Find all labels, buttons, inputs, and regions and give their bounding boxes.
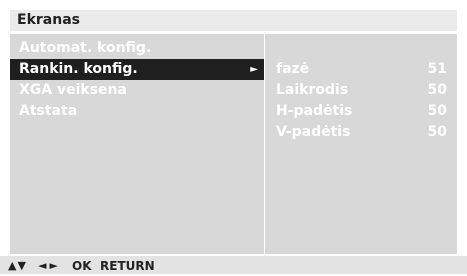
- setting-phase[interactable]: fazė 51: [265, 59, 457, 80]
- menu-item-label: Automat. konfig.: [19, 40, 152, 56]
- setting-label: Laikrodis: [276, 82, 349, 98]
- setting-value: 50: [427, 124, 447, 140]
- menu-item-automatic-config[interactable]: Automat. konfig.: [10, 38, 264, 59]
- menu-item-label: Atstata: [19, 103, 78, 119]
- navigation-hint-bar: ▲▼ ◄► OK RETURN: [0, 256, 467, 274]
- setting-value: 50: [427, 82, 447, 98]
- setting-clock[interactable]: Laikrodis 50: [265, 80, 457, 101]
- submenu-panel: fazė 51 Laikrodis 50 H-padėtis 50 V-padė…: [265, 34, 457, 254]
- setting-label: V-padėtis: [276, 124, 351, 140]
- menu-item-reset[interactable]: Atstata: [10, 101, 264, 122]
- setting-v-position[interactable]: V-padėtis 50: [265, 122, 457, 143]
- setting-value: 50: [427, 103, 447, 119]
- setting-label: H-padėtis: [276, 103, 353, 119]
- setting-h-position[interactable]: H-padėtis 50: [265, 101, 457, 122]
- setting-value: 51: [427, 61, 447, 77]
- return-hint: RETURN: [100, 259, 155, 273]
- setting-label: fazė: [276, 61, 310, 77]
- menu-item-label: XGA veiksena: [19, 82, 127, 98]
- screen-menu-window: Ekranas Automat. konfig. Rankin. konfig.…: [0, 0, 467, 274]
- menu-item-manual-config[interactable]: Rankin. konfig. ►: [10, 59, 264, 80]
- menu-title: Ekranas: [10, 10, 457, 31]
- up-down-arrows-icon: ▲▼: [8, 259, 27, 272]
- arrow-right-icon: ►: [250, 64, 258, 75]
- menu-item-label: Rankin. konfig.: [19, 61, 138, 77]
- main-menu-panel: Automat. konfig. Rankin. konfig. ► XGA v…: [10, 34, 264, 254]
- left-right-arrows-icon: ◄►: [38, 259, 61, 272]
- ok-hint: OK: [72, 259, 92, 273]
- menu-item-xga-mode[interactable]: XGA veiksena: [10, 80, 264, 101]
